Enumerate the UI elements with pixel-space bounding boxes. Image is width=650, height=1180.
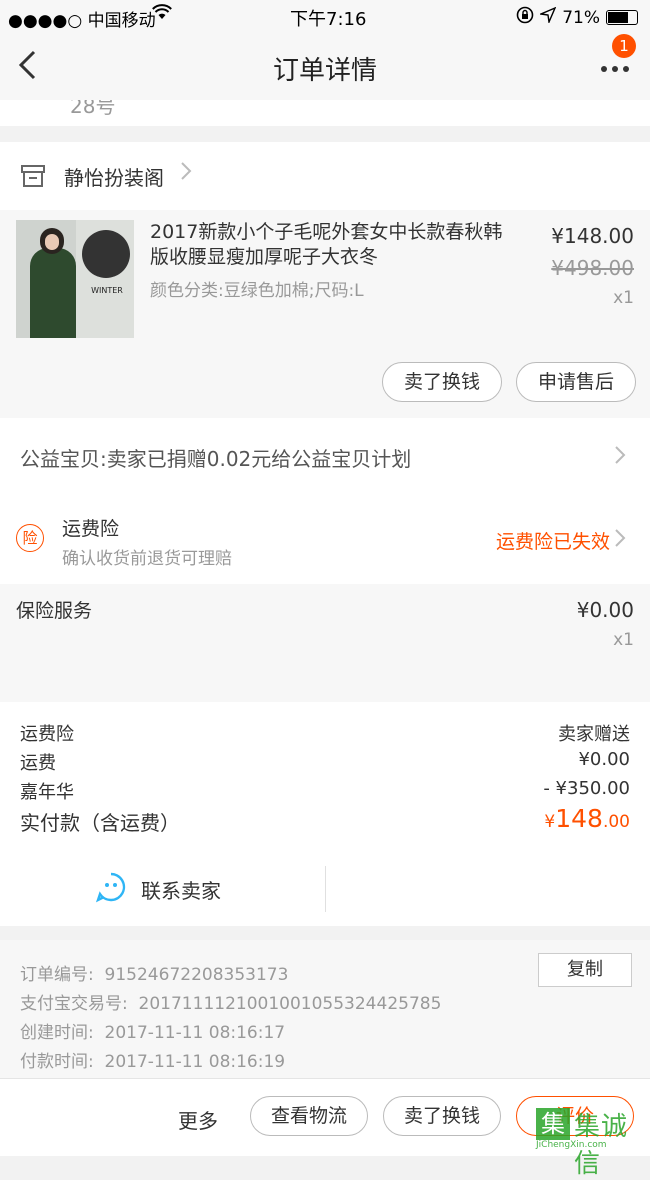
view-logistics-button[interactable]: 查看物流 <box>250 1096 368 1136</box>
product-original-price: ¥498.00 <box>551 256 634 280</box>
payment-summary: 运费险 卖家赠送 运费 ¥0.00 嘉年华 - ¥350.00 实付款（含运费）… <box>0 702 650 852</box>
order-info-value: 2017111121001001055324425785 <box>138 994 442 1014</box>
order-info-label: 付款时间: <box>20 1052 94 1072</box>
watermark-subtext: JiChengXin.com <box>536 1140 607 1150</box>
order-info-row: 付款时间: 2017-11-11 08:16:19 <box>20 1047 285 1072</box>
insurance-service-price: ¥0.00 <box>576 598 634 622</box>
shop-chevron-icon <box>180 160 192 188</box>
product-title: 2017新款小个子毛呢外套女中长款春秋韩版收腰显瘦加厚呢子大衣冬 <box>150 221 503 268</box>
contact-seller-button[interactable]: 联系卖家 <box>0 852 325 926</box>
chat-icon <box>95 871 127 907</box>
product-quantity: x1 <box>613 288 634 308</box>
notification-badge: 1 <box>612 34 636 58</box>
shop-name: 静怡扮装阁 <box>64 166 164 190</box>
order-info-value: 2017-11-11 08:16:17 <box>104 1023 286 1043</box>
order-info-value: 91524672208353173 <box>104 965 289 985</box>
total-currency: ¥ <box>544 812 556 832</box>
total-amount: ¥148.00 <box>544 804 630 833</box>
copy-button[interactable]: 复制 <box>538 953 632 987</box>
insurance-service-row: 保险服务 ¥0.00 x1 <box>0 584 650 702</box>
summary-label: 运费险 <box>20 724 74 745</box>
shipping-insurance-title: 运费险 <box>62 518 120 540</box>
watermark-mark-icon: 集 <box>536 1108 570 1140</box>
charity-row[interactable]: 公益宝贝:卖家已捐赠0.02元给公益宝贝计划 <box>0 418 650 494</box>
total-integer: 148 <box>555 804 603 833</box>
product-image-text: WINTER <box>91 286 123 295</box>
status-time: 下午7:16 <box>290 9 367 30</box>
insurance-chevron-icon <box>614 527 626 553</box>
shipping-insurance-row[interactable]: 险 运费险 确认收货前退货可理赔 运费险已失效 <box>0 494 650 584</box>
summary-label: 嘉年华 <box>20 782 74 803</box>
page-title: 订单详情 <box>272 56 377 86</box>
more-actions-button[interactable]: 更多 <box>178 1105 218 1134</box>
location-icon <box>538 6 557 28</box>
carrier-label: ●●●●○ 中国移动 <box>8 11 156 31</box>
summary-value: - ¥350.00 <box>543 778 630 799</box>
charity-text: 公益宝贝:卖家已捐赠0.02元给公益宝贝计划 <box>20 447 412 471</box>
product-sku: 颜色分类:豆绿色加棉;尺码:L <box>150 281 364 301</box>
order-info-label: 支付宝交易号: <box>20 994 128 1014</box>
watermark-logo: 集 集诚信 JiChengXin.com <box>536 1104 648 1179</box>
shop-header[interactable]: 静怡扮装阁 <box>0 142 650 210</box>
orientation-lock-icon <box>516 6 534 29</box>
summary-value: ¥0.00 <box>578 749 630 770</box>
contact-seller-label: 联系卖家 <box>141 879 221 903</box>
product-image[interactable]: WINTER <box>16 220 134 338</box>
shop-icon <box>20 164 46 192</box>
charity-chevron-icon <box>614 444 626 470</box>
wifi-icon <box>152 4 172 25</box>
battery-percent: 71% <box>562 7 600 28</box>
order-info-label: 创建时间: <box>20 1023 94 1043</box>
sell-for-cash-button[interactable]: 卖了换钱 <box>382 362 502 402</box>
order-info-row: 创建时间: 2017-11-11 08:16:17 <box>20 1018 285 1043</box>
total-label: 实付款（含运费） <box>20 811 180 835</box>
address-section: 28号 <box>0 100 650 126</box>
order-info: 复制 订单编号: 91524672208353173 支付宝交易号: 20171… <box>0 940 650 1078</box>
shipping-insurance-desc: 确认收货前退货可理赔 <box>62 549 232 569</box>
insurance-icon: 险 <box>16 524 44 552</box>
order-info-row: 支付宝交易号: 2017111121001001055324425785 <box>20 989 441 1014</box>
order-info-value: 2017-11-11 08:16:19 <box>104 1052 286 1072</box>
summary-value: 卖家赠送 <box>558 724 630 745</box>
order-info-row: 订单编号: 91524672208353173 <box>20 960 288 985</box>
contact-divider <box>325 866 326 912</box>
address-fragment: 28号 <box>70 100 116 118</box>
sell-for-cash-bottom-button[interactable]: 卖了换钱 <box>383 1096 501 1136</box>
product-price: ¥148.00 <box>551 224 634 248</box>
total-decimal: .00 <box>602 812 630 832</box>
status-right: 71% <box>516 6 638 29</box>
summary-label: 运费 <box>20 753 56 774</box>
contact-section: 联系卖家 <box>0 852 650 926</box>
order-item[interactable]: WINTER 2017新款小个子毛呢外套女中长款春秋韩版收腰显瘦加厚呢子大衣冬 … <box>0 210 650 418</box>
after-sale-button[interactable]: 申请售后 <box>516 362 636 402</box>
nav-bar: 订单详情 <box>0 32 650 100</box>
order-info-label: 订单编号: <box>20 965 94 985</box>
shipping-insurance-status: 运费险已失效 <box>496 531 611 553</box>
insurance-service-title: 保险服务 <box>16 600 93 622</box>
battery-icon <box>606 10 638 25</box>
insurance-service-qty: x1 <box>613 630 634 650</box>
status-bar: ●●●●○ 中国移动 下午7:16 71% <box>0 0 650 32</box>
